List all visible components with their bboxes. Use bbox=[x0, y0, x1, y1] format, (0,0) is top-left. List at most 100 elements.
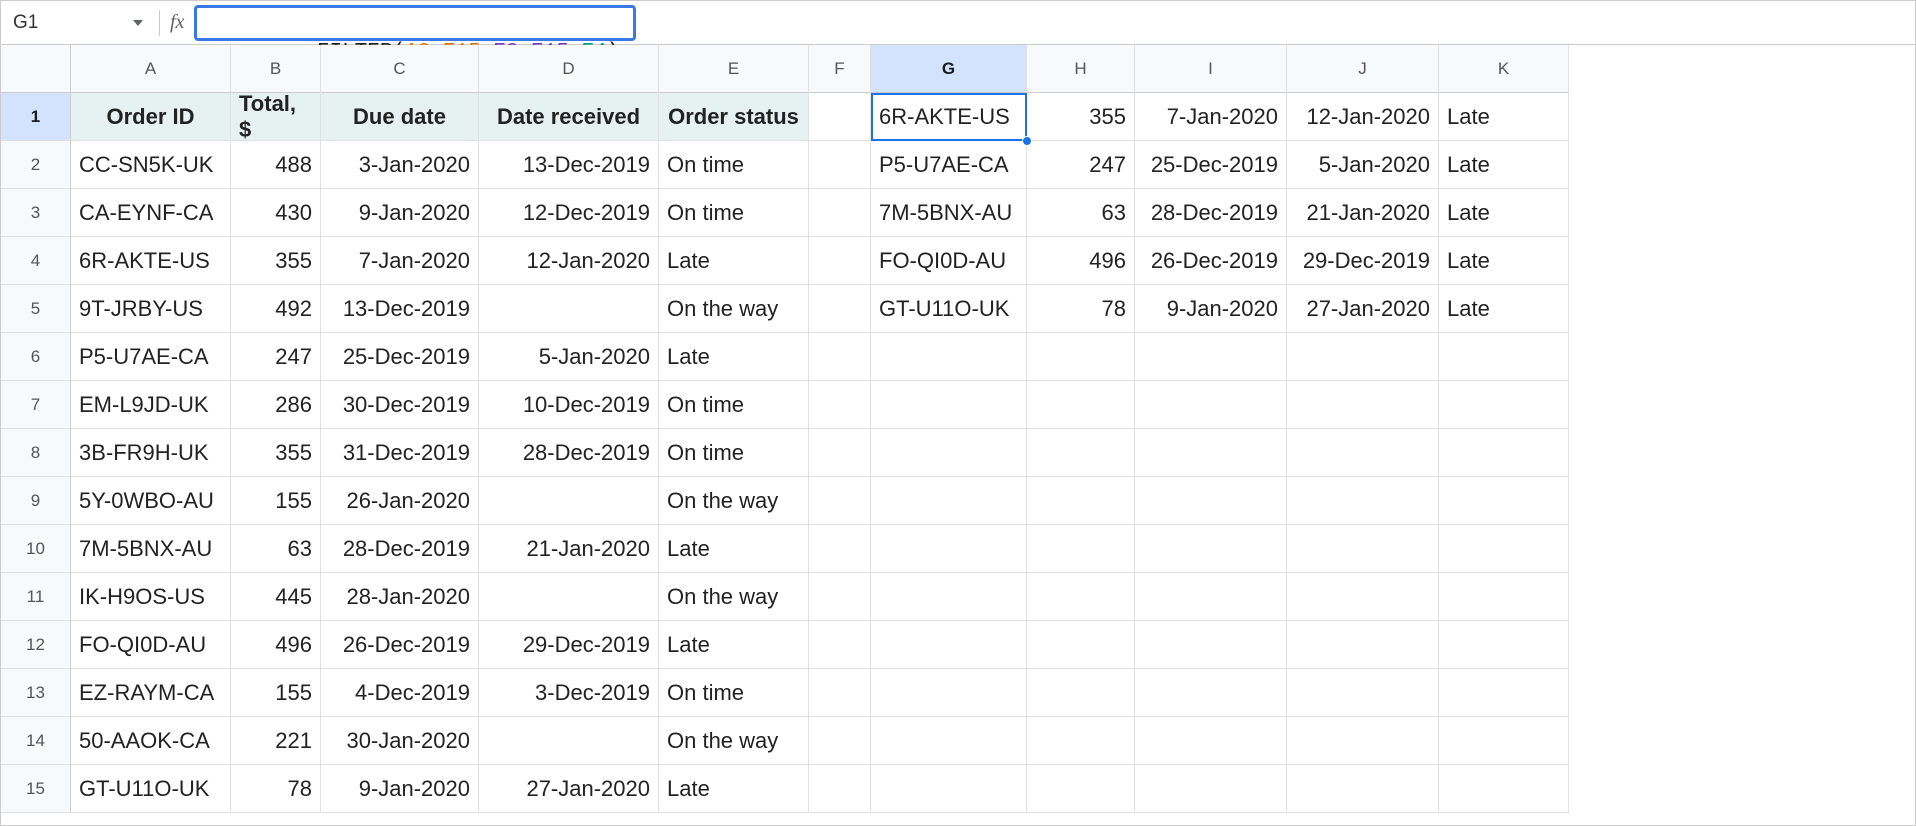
cell-E10[interactable]: Late bbox=[659, 525, 809, 573]
cell-C11[interactable]: 28-Jan-2020 bbox=[321, 573, 479, 621]
row-header-9[interactable]: 9 bbox=[1, 477, 71, 525]
cell-J3[interactable]: 21-Jan-2020 bbox=[1287, 189, 1439, 237]
cell-F14[interactable] bbox=[809, 717, 871, 765]
cell-E12[interactable]: Late bbox=[659, 621, 809, 669]
cell-C8[interactable]: 31-Dec-2019 bbox=[321, 429, 479, 477]
cell-G14[interactable] bbox=[871, 717, 1027, 765]
cell-H7[interactable] bbox=[1027, 381, 1135, 429]
cell-H10[interactable] bbox=[1027, 525, 1135, 573]
cell-J2[interactable]: 5-Jan-2020 bbox=[1287, 141, 1439, 189]
column-header-I[interactable]: I bbox=[1135, 45, 1287, 93]
cell-A14[interactable]: 50-AAOK-CA bbox=[71, 717, 231, 765]
cell-K9[interactable] bbox=[1439, 477, 1569, 525]
cell-I13[interactable] bbox=[1135, 669, 1287, 717]
cell-J12[interactable] bbox=[1287, 621, 1439, 669]
cell-B1[interactable]: Total, $ bbox=[231, 93, 321, 141]
row-header-10[interactable]: 10 bbox=[1, 525, 71, 573]
cell-H3[interactable]: 63 bbox=[1027, 189, 1135, 237]
cell-A8[interactable]: 3B-FR9H-UK bbox=[71, 429, 231, 477]
row-header-11[interactable]: 11 bbox=[1, 573, 71, 621]
cell-G3[interactable]: 7M-5BNX-AU bbox=[871, 189, 1027, 237]
cell-A11[interactable]: IK-H9OS-US bbox=[71, 573, 231, 621]
cell-F1[interactable] bbox=[809, 93, 871, 141]
cell-J10[interactable] bbox=[1287, 525, 1439, 573]
cell-G11[interactable] bbox=[871, 573, 1027, 621]
cell-K8[interactable] bbox=[1439, 429, 1569, 477]
select-all-corner[interactable] bbox=[1, 45, 71, 93]
cell-H4[interactable]: 496 bbox=[1027, 237, 1135, 285]
cell-A12[interactable]: FO-QI0D-AU bbox=[71, 621, 231, 669]
cell-I14[interactable] bbox=[1135, 717, 1287, 765]
cell-E3[interactable]: On time bbox=[659, 189, 809, 237]
cell-E8[interactable]: On time bbox=[659, 429, 809, 477]
cell-E1[interactable]: Order status bbox=[659, 93, 809, 141]
cell-G12[interactable] bbox=[871, 621, 1027, 669]
row-header-6[interactable]: 6 bbox=[1, 333, 71, 381]
cell-E7[interactable]: On time bbox=[659, 381, 809, 429]
row-header-15[interactable]: 15 bbox=[1, 765, 71, 813]
cell-I6[interactable] bbox=[1135, 333, 1287, 381]
name-box[interactable]: G1 bbox=[1, 12, 153, 34]
column-header-B[interactable]: B bbox=[231, 45, 321, 93]
cell-E15[interactable]: Late bbox=[659, 765, 809, 813]
cell-A3[interactable]: CA-EYNF-CA bbox=[71, 189, 231, 237]
cell-K14[interactable] bbox=[1439, 717, 1569, 765]
cell-A9[interactable]: 5Y-0WBO-AU bbox=[71, 477, 231, 525]
cell-A10[interactable]: 7M-5BNX-AU bbox=[71, 525, 231, 573]
cell-C10[interactable]: 28-Dec-2019 bbox=[321, 525, 479, 573]
cell-C5[interactable]: 13-Dec-2019 bbox=[321, 285, 479, 333]
cell-K1[interactable]: Late bbox=[1439, 93, 1569, 141]
cell-K7[interactable] bbox=[1439, 381, 1569, 429]
cell-D2[interactable]: 13-Dec-2019 bbox=[479, 141, 659, 189]
cell-I10[interactable] bbox=[1135, 525, 1287, 573]
cell-H11[interactable] bbox=[1027, 573, 1135, 621]
column-header-E[interactable]: E bbox=[659, 45, 809, 93]
cell-C2[interactable]: 3-Jan-2020 bbox=[321, 141, 479, 189]
cell-A13[interactable]: EZ-RAYM-CA bbox=[71, 669, 231, 717]
cell-H13[interactable] bbox=[1027, 669, 1135, 717]
cell-E2[interactable]: On time bbox=[659, 141, 809, 189]
cell-K13[interactable] bbox=[1439, 669, 1569, 717]
cell-F4[interactable] bbox=[809, 237, 871, 285]
row-header-3[interactable]: 3 bbox=[1, 189, 71, 237]
cell-I12[interactable] bbox=[1135, 621, 1287, 669]
cell-K6[interactable] bbox=[1439, 333, 1569, 381]
cell-J14[interactable] bbox=[1287, 717, 1439, 765]
cell-B15[interactable]: 78 bbox=[231, 765, 321, 813]
cell-A4[interactable]: 6R-AKTE-US bbox=[71, 237, 231, 285]
cell-J4[interactable]: 29-Dec-2019 bbox=[1287, 237, 1439, 285]
cell-E13[interactable]: On time bbox=[659, 669, 809, 717]
cell-B9[interactable]: 155 bbox=[231, 477, 321, 525]
cell-F15[interactable] bbox=[809, 765, 871, 813]
cell-F13[interactable] bbox=[809, 669, 871, 717]
cell-D5[interactable] bbox=[479, 285, 659, 333]
cell-H14[interactable] bbox=[1027, 717, 1135, 765]
column-header-C[interactable]: C bbox=[321, 45, 479, 93]
cell-A6[interactable]: P5-U7AE-CA bbox=[71, 333, 231, 381]
cell-K2[interactable]: Late bbox=[1439, 141, 1569, 189]
cell-K15[interactable] bbox=[1439, 765, 1569, 813]
cell-F7[interactable] bbox=[809, 381, 871, 429]
cell-G6[interactable] bbox=[871, 333, 1027, 381]
cell-C3[interactable]: 9-Jan-2020 bbox=[321, 189, 479, 237]
cell-H6[interactable] bbox=[1027, 333, 1135, 381]
row-header-13[interactable]: 13 bbox=[1, 669, 71, 717]
cell-I8[interactable] bbox=[1135, 429, 1287, 477]
cell-J15[interactable] bbox=[1287, 765, 1439, 813]
cell-J5[interactable]: 27-Jan-2020 bbox=[1287, 285, 1439, 333]
cell-E11[interactable]: On the way bbox=[659, 573, 809, 621]
cell-G13[interactable] bbox=[871, 669, 1027, 717]
cell-H9[interactable] bbox=[1027, 477, 1135, 525]
cell-C9[interactable]: 26-Jan-2020 bbox=[321, 477, 479, 525]
cell-J7[interactable] bbox=[1287, 381, 1439, 429]
cell-K11[interactable] bbox=[1439, 573, 1569, 621]
cell-D14[interactable] bbox=[479, 717, 659, 765]
cell-K10[interactable] bbox=[1439, 525, 1569, 573]
cell-F11[interactable] bbox=[809, 573, 871, 621]
row-header-2[interactable]: 2 bbox=[1, 141, 71, 189]
row-header-7[interactable]: 7 bbox=[1, 381, 71, 429]
cell-G1[interactable]: 6R-AKTE-US bbox=[871, 93, 1027, 141]
cell-C7[interactable]: 30-Dec-2019 bbox=[321, 381, 479, 429]
cell-D8[interactable]: 28-Dec-2019 bbox=[479, 429, 659, 477]
column-header-A[interactable]: A bbox=[71, 45, 231, 93]
